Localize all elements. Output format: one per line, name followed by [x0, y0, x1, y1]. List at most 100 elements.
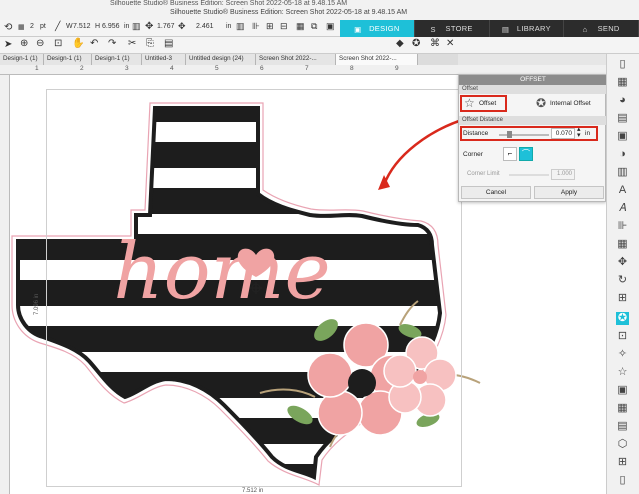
offset-panel-title: OFFSET	[459, 75, 607, 85]
offset-panel-icon[interactable]: ✪	[616, 312, 629, 325]
weld-icon[interactable]: ⌘	[430, 38, 440, 49]
library-panel-icon[interactable]: ▯	[616, 474, 629, 487]
apply-button[interactable]: Apply	[534, 186, 604, 199]
redo-icon[interactable]: ↷	[108, 38, 116, 49]
height-field[interactable]: 6.956	[102, 23, 120, 30]
doc-tab[interactable]: Design-1 (1)	[44, 54, 92, 65]
sketch-icon[interactable]: ✧	[616, 348, 629, 361]
ruler-number: 3	[125, 65, 129, 72]
fill-panel-icon[interactable]: ◕	[616, 94, 629, 107]
puzzle-icon[interactable]: ⬡	[616, 438, 629, 451]
y-field[interactable]: 2.461	[196, 23, 214, 30]
tab-design[interactable]: ▣ DESIGN	[340, 20, 415, 37]
offset-highlight	[460, 95, 507, 112]
corner-round-icon[interactable]: ⌒	[519, 147, 533, 161]
corner-limit-field[interactable]: 1.000	[551, 169, 575, 180]
store-icon: S	[430, 24, 436, 34]
line-width-value[interactable]: 2	[30, 23, 34, 30]
width-dimension: 7.512 in	[242, 488, 263, 494]
print-cut-icon[interactable]: ▣	[616, 384, 629, 397]
pan-icon[interactable]: ✋	[72, 38, 84, 49]
document-tabs: Design-1 (1) Design-1 (1) Design-1 (1) U…	[0, 54, 458, 65]
height-dimension: 7.096 in	[34, 294, 40, 315]
grid-icon[interactable]: ▦	[296, 21, 305, 32]
doc-tab[interactable]: Untitled-3	[142, 54, 186, 65]
offset-shortcut-icon[interactable]: ✪	[412, 38, 420, 49]
zoom-in-icon[interactable]: ⊕	[20, 38, 28, 49]
zoom-out-icon[interactable]: ⊖	[36, 38, 44, 49]
corner-sharp-icon[interactable]: ⌐	[503, 147, 517, 161]
modify-icon[interactable]: ⊞	[616, 292, 629, 305]
rhinestone-icon[interactable]: ⊞	[616, 456, 629, 469]
align-panel-icon[interactable]: ⊪	[616, 220, 629, 233]
ruler-number: 1	[35, 65, 39, 72]
replicate-icon[interactable]: ▦	[616, 238, 629, 251]
doc-tab-active[interactable]: Screen Shot 2022-...	[336, 54, 418, 65]
window-subtitle: Silhouette Studio® Business Edition: Scr…	[170, 9, 408, 16]
fill-icon[interactable]: ▦	[18, 23, 25, 31]
x-field[interactable]: 1.767	[157, 23, 175, 30]
doc-tab[interactable]: Design-1 (1)	[0, 54, 44, 65]
ruler-number: 7	[305, 65, 309, 72]
copy-icon[interactable]: ⎘	[146, 38, 154, 49]
nest-icon[interactable]: ▤	[616, 420, 629, 433]
line-style-icon[interactable]: ╱	[55, 21, 60, 32]
title-bar: Silhouette Studio® Business Edition: Scr…	[0, 0, 639, 20]
text-icon[interactable]: A	[616, 184, 629, 197]
center-icon[interactable]: ⊞	[266, 21, 274, 32]
offset-section-label: Offset	[459, 85, 607, 94]
rotate-icon[interactable]: ⟲	[4, 22, 12, 33]
tab-send[interactable]: ⌂ SEND	[564, 20, 639, 37]
paste-icon[interactable]: ▤	[164, 38, 173, 49]
distribute-icon[interactable]: ⊟	[280, 21, 288, 32]
select-icon[interactable]: ➤	[4, 39, 12, 50]
tab-library[interactable]: ▤ LIBRARY	[490, 20, 565, 37]
text-style-icon[interactable]: 𝐴	[616, 202, 629, 215]
move-icon[interactable]: ✥	[145, 21, 153, 32]
line-width-unit: pt	[40, 23, 46, 30]
layers-icon[interactable]: ▥	[616, 166, 629, 179]
width-field[interactable]: 7.512	[73, 23, 91, 30]
transform-panel-icon[interactable]: ✥	[616, 256, 629, 269]
tab-store[interactable]: S STORE	[415, 20, 490, 37]
cut-icon[interactable]: ✂	[128, 38, 136, 49]
doc-tab[interactable]: Screen Shot 2022-...	[256, 54, 336, 65]
zoom-fit-icon[interactable]: ⊡	[54, 38, 62, 49]
ruler-number: 9	[395, 65, 399, 72]
transform-icon[interactable]: ⧉	[311, 21, 317, 32]
design-icon: ▣	[354, 24, 362, 34]
line-panel-icon[interactable]: ▤	[616, 112, 629, 125]
ruler-number: 4	[170, 65, 174, 72]
star-shape-icon[interactable]: ☆	[616, 366, 629, 379]
internal-offset-label: Internal Offset	[550, 100, 591, 107]
align-icon[interactable]: ⊪	[252, 21, 260, 32]
image-panel-icon[interactable]: ▣	[616, 130, 629, 143]
doc-tab[interactable]: Design-1 (1)	[92, 54, 142, 65]
corner-limit-slider[interactable]	[509, 174, 549, 176]
library-icon: ▤	[501, 24, 510, 34]
height-label: H	[95, 23, 101, 30]
transparency-icon[interactable]: ◑	[616, 148, 629, 161]
more-icon[interactable]: ▣	[326, 21, 335, 32]
trace-icon[interactable]: ⊡	[616, 330, 629, 343]
position-unit: in	[226, 23, 232, 30]
ruler-number: 5	[215, 65, 219, 72]
close-icon[interactable]: ✕	[446, 38, 454, 49]
group-icon[interactable]: ◆	[396, 38, 404, 49]
send-icon: ⌂	[582, 24, 588, 34]
internal-offset-button[interactable]: ✪ Internal Offset	[534, 95, 604, 113]
rotate-panel-icon[interactable]: ↻	[616, 274, 629, 287]
tab-library-label: LIBRARY	[516, 24, 551, 33]
y-position-icon: ✥	[178, 21, 186, 31]
undo-icon[interactable]: ↶	[90, 38, 98, 49]
nav-tabs: ▣ DESIGN S STORE ▤ LIBRARY ⌂ SEND	[340, 20, 639, 37]
position-lock-icon[interactable]: ▥	[236, 21, 245, 32]
cancel-button[interactable]: Cancel	[461, 186, 531, 199]
ruler-number: 8	[350, 65, 354, 72]
page-border	[46, 89, 462, 487]
lock-ratio-icon[interactable]: ▥	[132, 21, 141, 32]
doc-tab[interactable]: Untitled design (24)	[186, 54, 256, 65]
page-setup-icon[interactable]: ▯	[616, 58, 629, 71]
emboss-icon[interactable]: ▦	[616, 402, 629, 415]
grid-panel-icon[interactable]: ▦	[616, 76, 629, 89]
